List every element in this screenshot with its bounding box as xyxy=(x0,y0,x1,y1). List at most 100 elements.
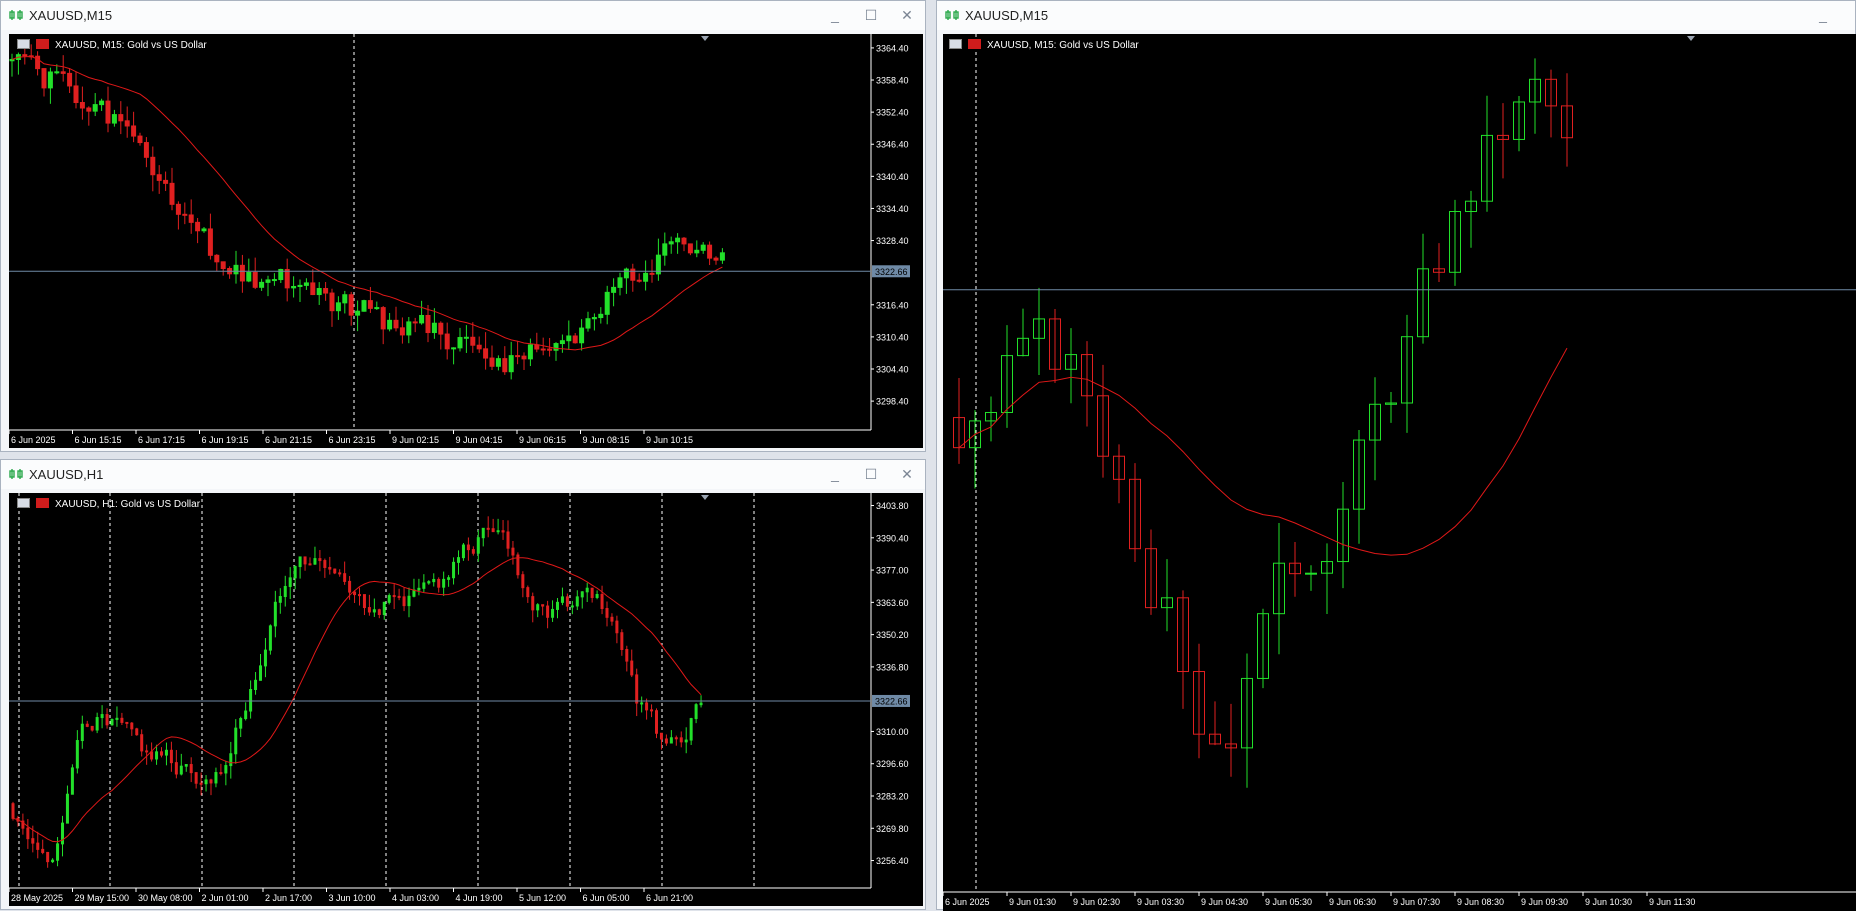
candle-body xyxy=(526,587,530,598)
candle-body xyxy=(355,310,361,316)
candle-body xyxy=(407,595,411,607)
window-titlebar[interactable]: XAUUSD,H1 _ ☐ ✕ xyxy=(1,460,925,489)
candle-body xyxy=(303,556,307,565)
x-tick-label: 9 Jun 05:30 xyxy=(1265,897,1312,907)
maximize-button[interactable]: ☐ xyxy=(861,7,881,23)
moving-average-line xyxy=(11,55,723,351)
candle-body xyxy=(374,307,380,310)
minimize-button[interactable]: _ xyxy=(825,7,845,23)
window-titlebar[interactable]: XAUUSD,M15 _ xyxy=(937,1,1855,30)
candle-body xyxy=(579,327,585,344)
candle-body xyxy=(361,300,367,312)
candle-body xyxy=(308,563,312,566)
window-titlebar[interactable]: XAUUSD,M15 _ ☐ ✕ xyxy=(1,1,925,30)
candle-body xyxy=(684,739,688,743)
candle-body xyxy=(244,710,248,720)
candle-body xyxy=(427,581,431,584)
candle-body xyxy=(570,605,574,608)
candle-body xyxy=(536,604,540,611)
price-chart[interactable]: 3364.40 3358.40 3352.40 3346.40 3340.40 3334.… xyxy=(9,34,923,448)
price-chart[interactable]: 6 Jun 2025 9 Jun 01:30 9 Jun 02:30 9 Jun 03… xyxy=(943,34,1856,911)
x-tick-label: 30 May 08:00 xyxy=(138,893,193,903)
y-tick-label: 3363.60 xyxy=(876,598,909,608)
candle-body xyxy=(303,282,309,286)
candle-body xyxy=(515,355,521,358)
candle-body xyxy=(655,710,658,734)
window-xauusd-h1[interactable]: XAUUSD,H1 _ ☐ ✕ 3403.80 3390.40 3377.00 336… xyxy=(0,459,926,910)
candle-body xyxy=(377,609,381,615)
x-tick-label: 9 Jun 03:30 xyxy=(1137,897,1184,907)
candle-body xyxy=(291,285,297,289)
candlestick-chart-svg[interactable]: 3403.80 3390.40 3377.00 3363.60 3350.20 3336.… xyxy=(9,493,923,906)
y-tick-label: 3298.40 xyxy=(876,397,909,407)
y-tick-label: 3358.40 xyxy=(876,76,909,86)
x-tick-label: 9 Jun 10:30 xyxy=(1585,897,1632,907)
minimize-button[interactable]: _ xyxy=(825,466,845,482)
candle-body xyxy=(699,702,703,706)
y-tick-label: 3283.20 xyxy=(876,791,909,801)
y-tick-label: 3340.40 xyxy=(876,172,909,182)
x-tick-label: 9 Jun 09:30 xyxy=(1521,897,1568,907)
x-tick-label: 6 Jun 21:15 xyxy=(265,435,312,445)
candlestick-chart-svg[interactable]: 3364.40 3358.40 3352.40 3346.40 3340.40 3334.… xyxy=(9,34,923,448)
candle-body xyxy=(124,120,130,127)
candle-body xyxy=(372,609,376,613)
candle-body xyxy=(719,252,725,261)
candle-body xyxy=(201,228,207,232)
candle-body xyxy=(551,608,555,618)
close-button[interactable]: ✕ xyxy=(897,7,917,23)
window-xauusd-m15-top[interactable]: XAUUSD,M15 _ ☐ ✕ 3364.40 3358.40 3352.40 33… xyxy=(0,0,926,452)
y-tick-label: 3334.40 xyxy=(876,204,909,214)
candle-body xyxy=(110,718,114,726)
price-chart[interactable]: 3403.80 3390.40 3377.00 3363.60 3350.20 3336.… xyxy=(9,493,923,906)
candle-body xyxy=(224,765,228,774)
candle-body xyxy=(387,595,391,603)
x-tick-label: 6 Jun 2025 xyxy=(945,897,990,907)
candle-body xyxy=(476,344,482,350)
candle-body xyxy=(511,547,515,556)
candle-body xyxy=(169,749,173,764)
candle-body xyxy=(419,314,425,324)
x-tick-label: 6 Jun 23:15 xyxy=(329,435,376,445)
candle-body xyxy=(422,582,426,589)
x-tick-label: 5 Jun 12:00 xyxy=(519,893,566,903)
window-title: XAUUSD,H1 xyxy=(29,467,104,482)
candle-body xyxy=(105,100,111,124)
candle-body xyxy=(195,221,201,232)
candle-body xyxy=(179,765,183,775)
chart-app-icon xyxy=(9,10,23,20)
candle-body xyxy=(604,291,610,315)
y-tick-label: 3256.40 xyxy=(876,856,909,866)
maximize-button[interactable]: ☐ xyxy=(861,466,881,482)
candle-body xyxy=(65,793,69,824)
candle-body xyxy=(713,257,719,261)
candle-body xyxy=(323,560,327,568)
x-tick-label: 2 Jun 17:00 xyxy=(265,893,312,903)
candle-body xyxy=(99,100,105,106)
candle-body xyxy=(92,104,98,112)
candle-body xyxy=(367,607,371,613)
candle-body xyxy=(214,254,220,263)
candle-body xyxy=(36,842,40,850)
candlestick-chart-svg[interactable]: 6 Jun 2025 9 Jun 01:30 9 Jun 02:30 9 Jun 03… xyxy=(943,34,1856,911)
candle-body xyxy=(353,591,357,596)
x-tick-label: 9 Jun 02:15 xyxy=(392,435,439,445)
close-button[interactable]: ✕ xyxy=(897,466,917,482)
candle-body xyxy=(437,578,441,588)
candle-body xyxy=(687,243,693,254)
window-xauusd-m15-right[interactable]: XAUUSD,M15 _ 6 Jun 2025 9 Jun 01:30 9 Jun … xyxy=(936,0,1856,911)
candle-body xyxy=(118,114,124,122)
minimize-button[interactable]: _ xyxy=(1813,7,1833,23)
candle-body xyxy=(175,203,181,215)
candle-body xyxy=(611,286,617,293)
candle-body xyxy=(457,557,460,563)
candle-body xyxy=(150,156,156,176)
candle-body xyxy=(80,723,84,742)
candle-body xyxy=(600,594,604,610)
candle-body xyxy=(156,174,162,181)
x-tick-label: 9 Jun 04:15 xyxy=(456,435,503,445)
candle-body xyxy=(207,228,213,256)
candle-body xyxy=(630,660,634,676)
candle-body xyxy=(67,72,73,87)
candle-body xyxy=(580,591,584,598)
